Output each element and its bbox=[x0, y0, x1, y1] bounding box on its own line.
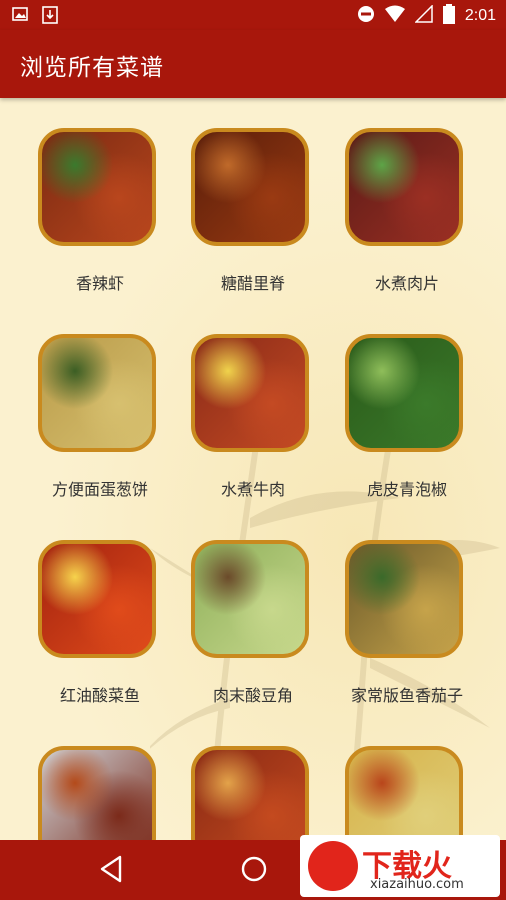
recipe-name[interactable]: 糖醋里脊 bbox=[178, 270, 328, 294]
recipe-thumbnail[interactable] bbox=[38, 128, 156, 246]
download-icon bbox=[42, 6, 58, 28]
watermark-logo: 下载火 xiazaihuo.com bbox=[300, 835, 500, 897]
home-icon[interactable] bbox=[240, 854, 268, 888]
recipe-card[interactable] bbox=[332, 716, 482, 840]
recipe-thumbnail[interactable] bbox=[191, 334, 309, 452]
recipe-thumbnail[interactable] bbox=[38, 334, 156, 452]
recipe-card[interactable]: 香辣虾 bbox=[25, 98, 175, 293]
recipe-card[interactable]: 虎皮青泡椒 bbox=[332, 304, 482, 499]
recipe-name[interactable]: 家常版鱼香茄子 bbox=[332, 682, 482, 706]
recipe-card[interactable] bbox=[178, 716, 328, 840]
recipe-thumbnail[interactable] bbox=[38, 540, 156, 658]
recipe-thumbnail[interactable] bbox=[191, 540, 309, 658]
recipe-name[interactable]: 水煮牛肉 bbox=[178, 476, 328, 500]
recipe-card[interactable]: 水煮肉片 bbox=[332, 98, 482, 293]
app-bar: 浏览所有菜谱 bbox=[0, 30, 506, 98]
recipe-name[interactable]: 肉末酸豆角 bbox=[178, 682, 328, 706]
signal-icon bbox=[414, 4, 433, 27]
status-time: 2:01 bbox=[464, 7, 496, 24]
flame-logo-icon bbox=[308, 841, 358, 891]
do-not-disturb-icon bbox=[357, 5, 375, 27]
wifi-icon bbox=[384, 5, 405, 27]
status-bar: 2:01 bbox=[0, 0, 506, 30]
watermark-url: xiazaihuo.com bbox=[370, 877, 464, 892]
recipe-thumbnail[interactable] bbox=[191, 128, 309, 246]
recipe-card[interactable]: 糖醋里脊 bbox=[178, 98, 328, 293]
recipe-name[interactable]: 方便面蛋葱饼 bbox=[25, 476, 175, 500]
page-title: 浏览所有菜谱 bbox=[20, 55, 164, 81]
recipe-name[interactable]: 红油酸菜鱼 bbox=[25, 682, 175, 706]
recipe-thumbnail[interactable] bbox=[345, 128, 463, 246]
recipe-name[interactable]: 水煮肉片 bbox=[332, 270, 482, 294]
recipe-card[interactable]: 肉末酸豆角 bbox=[178, 510, 328, 705]
recipe-thumbnail[interactable] bbox=[345, 334, 463, 452]
image-icon bbox=[12, 6, 28, 28]
recipe-card[interactable]: 家常版鱼香茄子 bbox=[332, 510, 482, 705]
battery-icon bbox=[442, 4, 455, 28]
recipe-thumbnail[interactable] bbox=[345, 746, 463, 840]
recipe-grid-container[interactable]: 香辣虾 糖醋里脊 水煮肉片方便面蛋葱饼 水煮牛肉 虎皮青泡椒红油酸菜鱼 肉末酸豆角 家常版鱼… bbox=[0, 98, 506, 840]
back-icon[interactable] bbox=[98, 854, 124, 888]
recipe-card[interactable]: 方便面蛋葱饼 bbox=[25, 304, 175, 499]
recipe-name[interactable]: 香辣虾 bbox=[25, 270, 175, 294]
recipe-card[interactable] bbox=[25, 716, 175, 840]
recipe-thumbnail[interactable] bbox=[38, 746, 156, 840]
recipe-card[interactable]: 水煮牛肉 bbox=[178, 304, 328, 499]
recipe-card[interactable]: 红油酸菜鱼 bbox=[25, 510, 175, 705]
recipe-name[interactable]: 虎皮青泡椒 bbox=[332, 476, 482, 500]
recipe-thumbnail[interactable] bbox=[345, 540, 463, 658]
recipe-thumbnail[interactable] bbox=[191, 746, 309, 840]
